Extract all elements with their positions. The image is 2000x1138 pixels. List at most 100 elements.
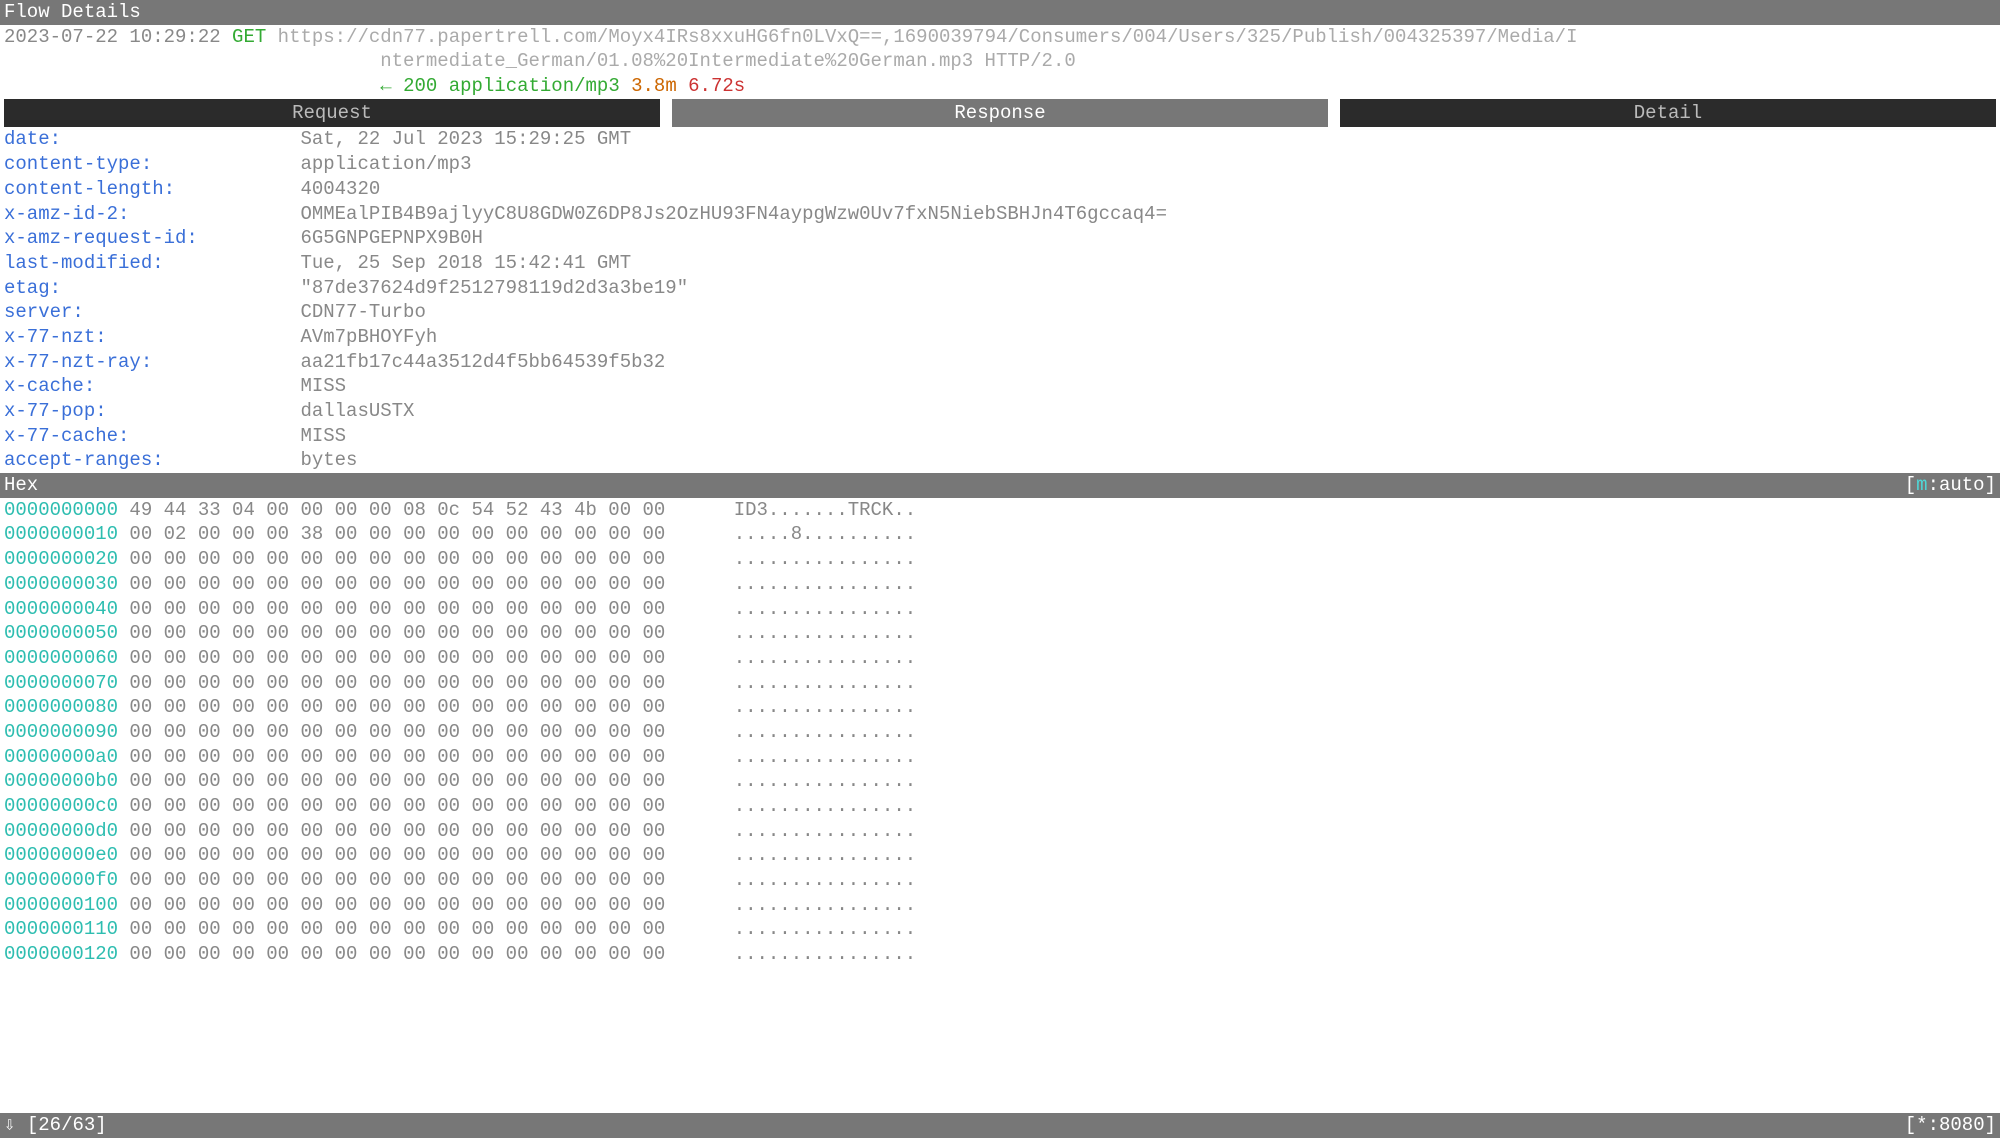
hex-ascii: ................	[734, 745, 916, 770]
hex-offset: 0000000110	[4, 917, 129, 942]
header-row: x-amz-id-2:OMMEalPIB4B9ajlyyC8U8GDW0Z6DP…	[4, 202, 1996, 227]
hex-offset: 0000000070	[4, 671, 129, 696]
header-row: x-cache:MISS	[4, 374, 1996, 399]
flow-time: 6.72s	[688, 75, 745, 97]
hex-row: 00000000f0 00 00 00 00 00 00 00 00 00 00…	[4, 868, 1996, 893]
hex-row: 0000000090 00 00 00 00 00 00 00 00 00 00…	[4, 720, 1996, 745]
hex-row: 0000000050 00 00 00 00 00 00 00 00 00 00…	[4, 621, 1996, 646]
response-headers: date:Sat, 22 Jul 2023 15:29:25 GMTconten…	[0, 127, 2000, 473]
hex-row: 0000000100 00 00 00 00 00 00 00 00 00 00…	[4, 893, 1996, 918]
header-row: server:CDN77-Turbo	[4, 300, 1996, 325]
hex-row: 00000000c0 00 00 00 00 00 00 00 00 00 00…	[4, 794, 1996, 819]
hex-mode[interactable]: [m:auto]	[1905, 473, 1996, 498]
hex-row: 0000000060 00 00 00 00 00 00 00 00 00 00…	[4, 646, 1996, 671]
scroll-arrow-icon: ⇩	[4, 1114, 15, 1136]
hex-offset: 0000000030	[4, 572, 129, 597]
header-row: content-type:application/mp3	[4, 152, 1996, 177]
hex-dump[interactable]: 0000000000 49 44 33 04 00 00 00 00 08 0c…	[0, 498, 2000, 967]
flow-timestamp: 2023-07-22 10:29:22	[4, 26, 221, 48]
header-row: etag:"87de37624d9f2512798119d2d3a3be19"	[4, 276, 1996, 301]
header-value: AVm7pBHOYFyh	[300, 325, 437, 350]
hex-bytes: 00 00 00 00 00 00 00 00 00 00 00 00 00 0…	[129, 671, 699, 696]
header-row: x-77-nzt:AVm7pBHOYFyh	[4, 325, 1996, 350]
flow-content-type: application/mp3	[449, 75, 620, 97]
header-key: last-modified:	[4, 251, 300, 276]
header-row: accept-ranges:bytes	[4, 448, 1996, 473]
hex-bytes: 00 02 00 00 00 38 00 00 00 00 00 00 00 0…	[129, 522, 699, 547]
hex-offset: 0000000090	[4, 720, 129, 745]
hex-row: 0000000020 00 00 00 00 00 00 00 00 00 00…	[4, 547, 1996, 572]
title-text: Flow Details	[4, 1, 141, 23]
hex-bytes: 00 00 00 00 00 00 00 00 00 00 00 00 00 0…	[129, 794, 699, 819]
hex-offset: 0000000100	[4, 893, 129, 918]
header-row: content-length:4004320	[4, 177, 1996, 202]
header-key: x-77-pop:	[4, 399, 300, 424]
header-key: etag:	[4, 276, 300, 301]
header-value: Tue, 25 Sep 2018 15:42:41 GMT	[300, 251, 631, 276]
header-value: MISS	[300, 374, 346, 399]
hex-ascii: ................	[734, 547, 916, 572]
flow-url-line2: ntermediate_German/01.08%20Intermediate%…	[380, 50, 1076, 72]
tab-request[interactable]: Request	[4, 99, 660, 128]
hex-offset: 00000000a0	[4, 745, 129, 770]
hex-row: 0000000000 49 44 33 04 00 00 00 00 08 0c…	[4, 498, 1996, 523]
header-value: dallasUSTX	[300, 399, 414, 424]
flow-summary: 2023-07-22 10:29:22 GET https://cdn77.pa…	[0, 25, 2000, 99]
header-row: x-77-nzt-ray:aa21fb17c44a3512d4f5bb64539…	[4, 350, 1996, 375]
hex-row: 00000000d0 00 00 00 00 00 00 00 00 00 00…	[4, 819, 1996, 844]
hex-ascii: ................	[734, 597, 916, 622]
tab-detail[interactable]: Detail	[1340, 99, 1996, 128]
tab-response[interactable]: Response	[672, 99, 1328, 128]
hex-row: 00000000b0 00 00 00 00 00 00 00 00 00 00…	[4, 769, 1996, 794]
hex-offset: 00000000f0	[4, 868, 129, 893]
hex-ascii: ................	[734, 917, 916, 942]
hex-bytes: 00 00 00 00 00 00 00 00 00 00 00 00 00 0…	[129, 547, 699, 572]
hex-offset: 0000000010	[4, 522, 129, 547]
header-row: x-77-pop:dallasUSTX	[4, 399, 1996, 424]
hex-offset: 00000000b0	[4, 769, 129, 794]
flow-arrow: ←	[380, 75, 391, 97]
tab-detail-label: Detail	[1634, 102, 1702, 124]
hex-ascii: ................	[734, 819, 916, 844]
hex-ascii: ID3.......TRCK..	[734, 498, 916, 523]
hex-offset: 00000000d0	[4, 819, 129, 844]
tab-bar: Request Response Detail	[0, 99, 2000, 128]
header-key: content-type:	[4, 152, 300, 177]
header-value: Sat, 22 Jul 2023 15:29:25 GMT	[300, 127, 631, 152]
hex-ascii: ................	[734, 572, 916, 597]
hex-ascii: ................	[734, 893, 916, 918]
hex-ascii: ................	[734, 868, 916, 893]
hex-offset: 0000000020	[4, 547, 129, 572]
header-key: x-amz-request-id:	[4, 226, 300, 251]
hex-offset: 0000000050	[4, 621, 129, 646]
header-key: accept-ranges:	[4, 448, 300, 473]
header-value: 4004320	[300, 177, 380, 202]
header-key: x-77-nzt:	[4, 325, 300, 350]
header-key: x-77-nzt-ray:	[4, 350, 300, 375]
hex-row: 0000000080 00 00 00 00 00 00 00 00 00 00…	[4, 695, 1996, 720]
flow-status: 200	[403, 75, 437, 97]
hex-ascii: ................	[734, 843, 916, 868]
hex-row: 0000000030 00 00 00 00 00 00 00 00 00 00…	[4, 572, 1996, 597]
hex-row: 00000000e0 00 00 00 00 00 00 00 00 00 00…	[4, 843, 1996, 868]
header-row: x-77-cache:MISS	[4, 424, 1996, 449]
hex-offset: 0000000000	[4, 498, 129, 523]
header-value: application/mp3	[300, 152, 471, 177]
header-value: OMMEalPIB4B9ajlyyC8U8GDW0Z6DP8Js2OzHU93F…	[300, 202, 1167, 227]
hex-bytes: 00 00 00 00 00 00 00 00 00 00 00 00 00 0…	[129, 695, 699, 720]
header-key: date:	[4, 127, 300, 152]
hex-ascii: ................	[734, 695, 916, 720]
hex-ascii: .....8..........	[734, 522, 916, 547]
hex-offset: 0000000080	[4, 695, 129, 720]
status-listen: [*:8080]	[1905, 1113, 1996, 1138]
hex-bytes: 00 00 00 00 00 00 00 00 00 00 00 00 00 0…	[129, 917, 699, 942]
hex-bytes: 00 00 00 00 00 00 00 00 00 00 00 00 00 0…	[129, 646, 699, 671]
header-value: 6G5GNPGEPNPX9B0H	[300, 226, 482, 251]
header-row: date:Sat, 22 Jul 2023 15:29:25 GMT	[4, 127, 1996, 152]
header-value: aa21fb17c44a3512d4f5bb64539f5b32	[300, 350, 665, 375]
hex-bytes: 00 00 00 00 00 00 00 00 00 00 00 00 00 0…	[129, 745, 699, 770]
flow-url-line1: https://cdn77.papertrell.com/Moyx4IRs8xx…	[278, 26, 1578, 48]
hex-bytes: 00 00 00 00 00 00 00 00 00 00 00 00 00 0…	[129, 843, 699, 868]
hex-offset: 0000000060	[4, 646, 129, 671]
hex-label: Hex	[4, 473, 38, 498]
